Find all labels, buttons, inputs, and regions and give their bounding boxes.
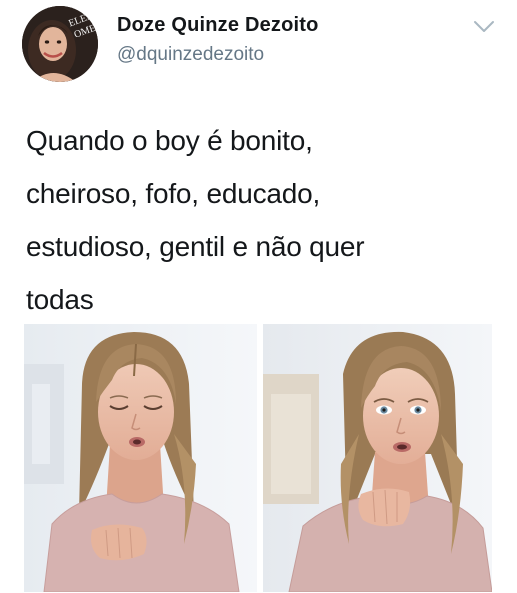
author-block: Doze Quinze Dezoito @dquinzedezoito [117, 14, 319, 66]
photo-woman-eyes-closed[interactable] [24, 324, 257, 592]
tweet: ELEN OME Doze Quinze Dezoito @dquinzedez… [0, 0, 517, 593]
avatar-image: ELEN OME [22, 6, 98, 82]
photo-woman-eyes-open[interactable] [263, 324, 492, 592]
chevron-down-icon[interactable] [473, 20, 495, 34]
display-name[interactable]: Doze Quinze Dezoito [117, 14, 319, 37]
tweet-text: Quando o boy é bonito, cheiroso, fofo, e… [26, 125, 365, 315]
handle[interactable]: @dquinzedezoito [117, 44, 319, 66]
avatar[interactable]: ELEN OME [22, 6, 98, 82]
